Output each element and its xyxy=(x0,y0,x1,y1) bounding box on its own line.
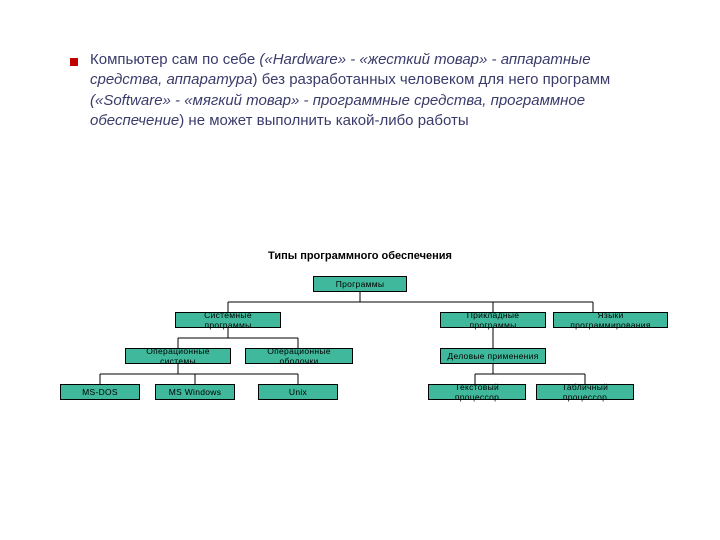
node-root: Программы xyxy=(313,276,407,292)
node-text-processor: Текстовый процессор xyxy=(428,384,526,400)
node-business-applications: Деловые применения xyxy=(440,348,546,364)
slide: Компьютер сам по себе («Hardware» - «жес… xyxy=(0,0,720,540)
headline-part3: ) без разработанных человеком для него п… xyxy=(253,71,611,88)
bullet-icon xyxy=(70,58,78,66)
node-programming-languages: Языки программирования xyxy=(553,312,668,328)
node-operating-shells: Операционные оболочки xyxy=(245,348,353,364)
node-table-processor: Табличный процессор xyxy=(536,384,634,400)
diagram-title: Типы программного обеспечения xyxy=(0,250,720,262)
headline-text: Компьютер сам по себе («Hardware» - «жес… xyxy=(90,50,660,131)
node-applied-programs: Прикладные программы xyxy=(440,312,546,328)
node-system-programs: Системные программы xyxy=(175,312,281,328)
headline-part1: Компьютер сам по себе xyxy=(90,51,259,68)
node-msdos: MS-DOS xyxy=(60,384,140,400)
headline-part5: ) не может выполнить какой-либо работы xyxy=(179,112,468,129)
node-operating-systems: Операционные системы xyxy=(125,348,231,364)
node-unix: Unix xyxy=(258,384,338,400)
node-mswindows: MS Windows xyxy=(155,384,235,400)
diagram: Программы Системные программы Прикладные… xyxy=(0,270,720,470)
connectors xyxy=(0,270,720,470)
